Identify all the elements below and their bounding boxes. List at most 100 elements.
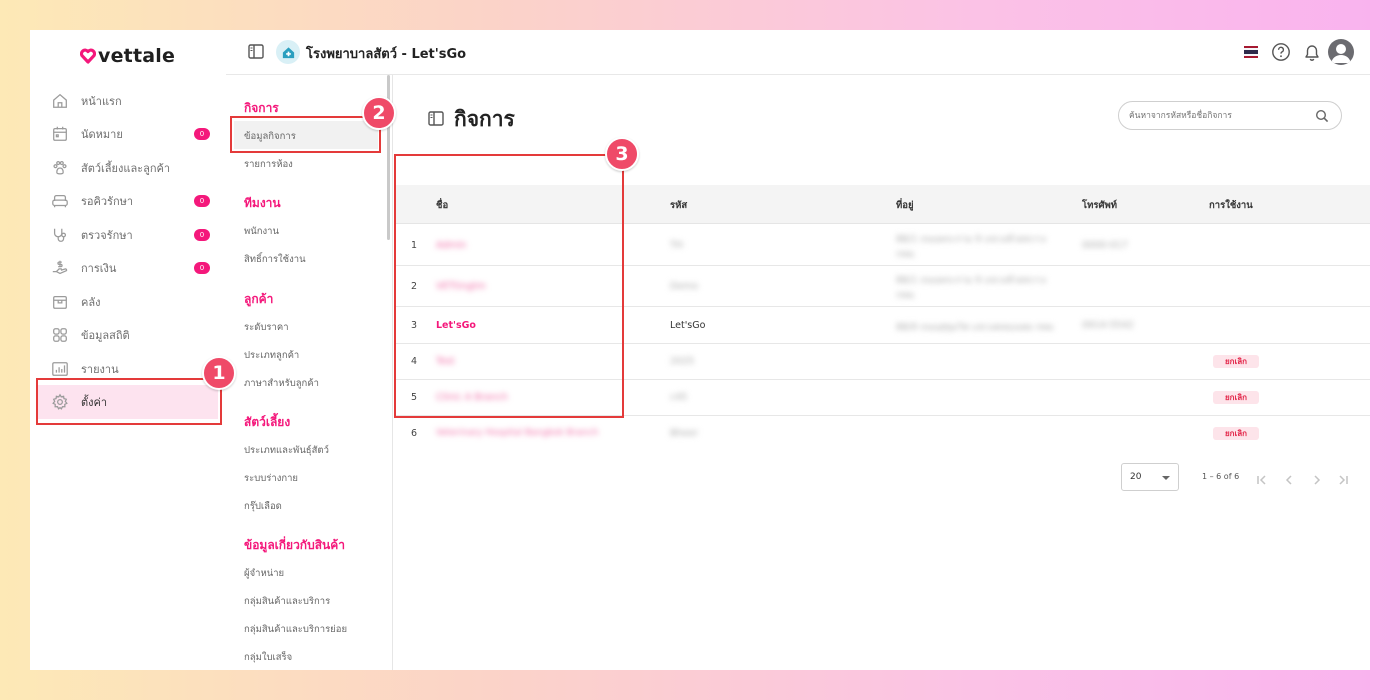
pagination-range: 1 – 6 of 6 [1202,472,1240,481]
business-phone: 0000-017 [1082,240,1128,251]
business-address-line2: กทม [896,290,915,301]
nav-item-reports[interactable]: รายงาน [44,355,210,383]
nav-item-statistics[interactable]: ข้อมูลสถิติ [44,321,210,349]
submenu-item-business-info[interactable]: ข้อมูลกิจการ [244,129,296,144]
brand-logo[interactable]: vettale [80,44,175,68]
search-icon[interactable] [1315,109,1329,123]
table-row[interactable]: 4 Test 2025 ยกเลิก [394,344,1370,380]
nav-item-settings[interactable]: ตั้งค่า [38,385,218,419]
nav-item-treatment[interactable]: ตรวจรักษา 0 [44,221,210,249]
clinic-title: โรงพยาบาลสัตว์ - Let'sGo [306,47,467,62]
submenu-item-blood-types[interactable]: กรุ๊ปเลือด [244,499,282,514]
status-badge: ยกเลิก [1213,355,1259,368]
business-code: Demo [670,281,699,292]
row-number: 1 [411,240,418,251]
nav-item-finance[interactable]: การเงิน 0 [44,254,210,282]
business-name[interactable]: Clinic A Branch [436,392,508,403]
status-badge: ยกเลิก [1213,427,1259,440]
first-page-icon[interactable] [1256,471,1268,485]
callout-badge-2: 2 [362,96,396,130]
submenu-item-species[interactable]: ประเภทและพันธุ์สัตว์ [244,443,329,458]
prev-page-icon[interactable] [1283,471,1295,485]
app-window: vettale หน้าแรก นัดหมาย 0 สัตว์เลี้ยงและ… [30,30,1370,670]
callout-badge-3: 3 [605,137,639,171]
count-badge: 0 [194,229,210,241]
business-code: Bheer [670,428,699,439]
main-sidebar: vettale หน้าแรก นัดหมาย 0 สัตว์เลี้ยงและ… [30,30,226,670]
page-title: กิจการ [454,107,515,131]
business-name[interactable]: Test [436,356,455,367]
submenu-heading: ลูกค้า [244,292,274,306]
column-header-status[interactable]: การใช้งาน [1209,198,1253,213]
sidebar-toggle-icon[interactable] [248,44,264,59]
nav-item-label: นัดหมาย [81,128,123,141]
nav-item-inventory[interactable]: คลัง [44,288,210,316]
submenu-item-price-levels[interactable]: ระดับราคา [244,320,289,335]
submenu-item-permissions[interactable]: สิทธิ์การใช้งาน [244,252,306,267]
status-badge: ยกเลิก [1213,391,1259,404]
column-header-code[interactable]: รหัส [670,198,687,213]
submenu-item-product-groups[interactable]: กลุ่มสินค้าและบริการ [244,594,330,609]
submenu-item-customer-language[interactable]: ภาษาสำหรับลูกค้า [244,376,319,391]
sofa-icon [50,191,70,211]
thai-flag-icon[interactable] [1244,46,1258,58]
submenu-heading: ข้อมูลเกี่ยวกับสินค้า [244,538,345,552]
bar-chart-icon [50,359,70,379]
nav-item-home[interactable]: หน้าแรก [44,87,210,115]
table-row[interactable]: 5 Clinic A Branch c45 ยกเลิก [394,380,1370,416]
nav-item-label: การเงิน [81,262,117,275]
table-row[interactable]: 1 Admin TH 88/1 ถนนพระราม 9 แขวงห้วยขวาง… [394,225,1370,266]
help-icon[interactable] [1271,42,1291,62]
money-hand-icon [50,258,70,278]
row-number: 6 [411,428,418,439]
clinic-home-icon [276,40,300,64]
submenu-item-receipt-groups[interactable]: กลุ่มใบเสร็จ [244,650,292,665]
last-page-icon[interactable] [1337,471,1349,485]
column-header-phone[interactable]: โทรศัพท์ [1082,198,1117,213]
submenu-item-rooms[interactable]: รายการห้อง [244,157,293,172]
nav-item-pets-customers[interactable]: สัตว์เลี้ยงและลูกค้า [44,154,210,182]
main-content: กิจการ ชื่อ รหัส ที่อยู่ โทรศัพท์ การใช้… [394,75,1370,670]
stethoscope-icon [50,225,70,245]
search-input[interactable] [1129,108,1299,124]
heart-logo-icon [80,48,96,64]
nav-item-queue[interactable]: รอคิวรักษา 0 [44,187,210,215]
submenu-heading: ทีมงาน [244,196,281,210]
nav-item-label: ตรวจรักษา [81,229,133,242]
submenu-item-body-systems[interactable]: ระบบร่างกาย [244,471,298,486]
search-box[interactable] [1118,101,1342,130]
table-row[interactable]: 6 Veterinary Hospital Bangkok Branch Bhe… [394,416,1370,452]
brand-name: vettale [98,45,176,67]
nav-item-appointments[interactable]: นัดหมาย 0 [44,120,210,148]
row-number: 2 [411,281,418,292]
count-badge: 0 [194,262,210,274]
settings-submenu: กิจการ ข้อมูลกิจการ รายการห้อง ทีมงาน พน… [226,75,393,670]
nav-item-label: ข้อมูลสถิติ [81,329,130,342]
page-size-select[interactable]: 20 [1121,463,1179,491]
submenu-item-product-subgroups[interactable]: กลุ่มสินค้าและบริการย่อย [244,622,347,637]
business-name[interactable]: Admin [436,240,466,251]
business-phone: 0914-5542 [1082,320,1134,331]
nav-item-label: คลัง [81,296,101,309]
business-code: 2025 [670,356,695,367]
submenu-item-staff[interactable]: พนักงาน [244,224,279,239]
next-page-icon[interactable] [1311,471,1323,485]
submenu-item-customer-types[interactable]: ประเภทลูกค้า [244,348,299,363]
top-bar: โรงพยาบาลสัตว์ - Let'sGo [226,30,1370,75]
business-address: 88/9 ถนนสุขุมวิท แขวงคลองเตย กทม [896,322,1054,333]
count-badge: 0 [194,128,210,140]
gear-icon [50,392,70,412]
submenu-item-suppliers[interactable]: ผู้จำหน่าย [244,566,284,581]
bell-icon[interactable] [1303,42,1321,62]
business-name[interactable]: Veterinary Hospital Bangkok Branch [436,428,598,438]
business-name[interactable]: Let'sGo [436,320,476,331]
business-address: 88/1 ถนนพระราม 9 แขวงห้วยขวาง [896,275,1046,286]
business-code: Let'sGo [670,320,706,331]
business-address-line2: กทม [896,249,915,260]
column-header-address[interactable]: ที่อยู่ [896,198,914,213]
user-avatar[interactable] [1328,39,1354,65]
table-row[interactable]: 2 VETtingtm Demo 88/1 ถนนพระราม 9 แขวงห้… [394,266,1370,307]
business-name[interactable]: VETtingtm [436,281,486,292]
column-header-name[interactable]: ชื่อ [436,198,448,213]
table-row[interactable]: 3 Let'sGo Let'sGo 88/9 ถนนสุขุมวิท แขวงค… [394,307,1370,344]
